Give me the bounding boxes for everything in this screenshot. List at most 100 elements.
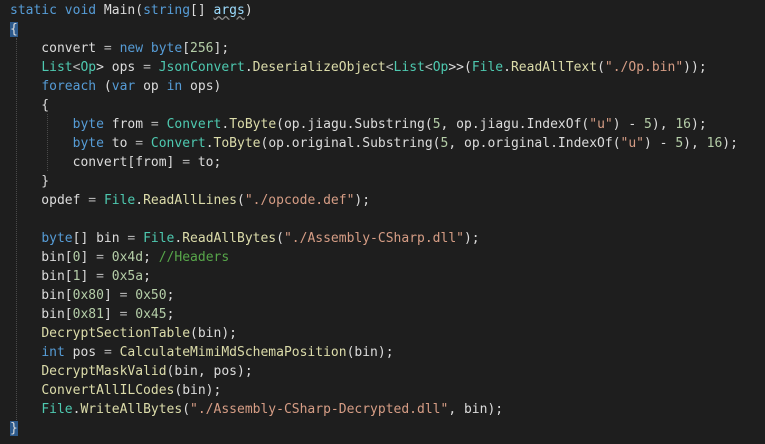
- code-line[interactable]: byte[] bin = File.ReadAllBytes("./Assemb…: [10, 229, 480, 248]
- code-token: ),: [651, 117, 676, 132]
- code-token: > ops: [96, 60, 144, 75]
- code-line[interactable]: foreach (var op in ops): [10, 77, 221, 96]
- code-line[interactable]: bin[0] = 0x4d; //Headers: [10, 248, 229, 267]
- code-token: foreach: [41, 79, 97, 94]
- code-token: ];: [213, 41, 230, 56]
- code-token: "./Assembly-CSharp.dll": [283, 231, 464, 246]
- code-token: bin[: [10, 288, 73, 303]
- code-token: ]: [103, 288, 120, 303]
- code-line[interactable]: byte to = Convert.ToByte(op.original.Sub…: [10, 134, 738, 153]
- code-token: (bin);: [346, 345, 394, 360]
- code-line[interactable]: File.WriteAllBytes("./Assembly-CSharp-De…: [10, 400, 503, 419]
- code-token: bin[: [10, 250, 73, 265]
- code-token: Convert: [166, 117, 222, 132]
- code-line[interactable]: bin[1] = 0x5a;: [10, 267, 151, 286]
- code-token: 256: [190, 41, 214, 56]
- code-token: ]: [103, 307, 120, 322]
- code-token: byte: [41, 231, 73, 246]
- code-token: [] bin: [72, 231, 128, 246]
- code-token: {: [10, 98, 50, 113]
- code-token: 5: [675, 136, 684, 151]
- code-line[interactable]: opdef = File.ReadAllLines("./opcode.def"…: [10, 191, 370, 210]
- code-editor[interactable]: static void Main(string[] args) { convert…: [0, 0, 765, 444]
- code-token: List: [41, 60, 73, 75]
- code-token: (bin, pos);: [166, 364, 253, 379]
- code-token: 0x50: [135, 288, 167, 303]
- code-token: );: [722, 136, 738, 151]
- code-token: "u": [620, 136, 645, 151]
- code-token: DecryptMaskValid: [41, 364, 167, 379]
- code-token: ),: [683, 136, 707, 151]
- code-line[interactable]: {: [10, 20, 18, 39]
- code-token: convert: [10, 41, 104, 56]
- code-token: (bin);: [190, 326, 237, 341]
- code-line[interactable]: int pos = CalculateMimiMdSchemaPosition(…: [10, 343, 394, 362]
- code-token: new: [119, 41, 144, 56]
- code-line[interactable]: byte from = Convert.ToByte(op.jiagu.Subs…: [10, 115, 707, 134]
- code-line[interactable]: bin[0x81] = 0x45;: [10, 305, 174, 324]
- code-token: "./Op.bin": [604, 60, 684, 75]
- code-line[interactable]: DecryptMaskValid(bin, pos);: [10, 362, 253, 381]
- code-line[interactable]: convert = new byte[256];: [10, 39, 229, 58]
- code-token: .: [205, 136, 214, 151]
- code-token: void: [64, 3, 97, 18]
- code-token: , op.original.IndexOf(: [448, 136, 621, 151]
- code-token: ConvertAllILCodes: [41, 383, 175, 398]
- code-line[interactable]: bin[0x80] = 0x50;: [10, 286, 174, 305]
- code-token: 0x81: [72, 307, 104, 322]
- code-token: .: [221, 117, 230, 132]
- code-line[interactable]: static void Main(string[] args): [10, 1, 253, 20]
- code-token: (op.original.Substring(: [260, 136, 441, 151]
- code-token: Convert: [150, 136, 206, 151]
- code-token: ReadAllBytes: [182, 231, 277, 246]
- code-line[interactable]: }: [10, 172, 49, 191]
- code-token: =: [96, 269, 104, 284]
- code-token: DeserializeObject: [252, 60, 386, 75]
- code-token: }: [10, 421, 18, 436]
- code-token: );: [463, 231, 480, 246]
- code-token: 0x4d: [111, 250, 144, 265]
- code-token: File: [103, 193, 136, 208]
- code-line[interactable]: {: [10, 96, 49, 115]
- code-token: =: [135, 136, 144, 151]
- code-token: File: [471, 60, 504, 75]
- code-token: byte: [72, 117, 104, 132]
- code-token: =: [96, 250, 104, 265]
- code-token: 0x45: [135, 307, 167, 322]
- code-token: (: [597, 60, 605, 75]
- code-token: DecryptSectionTable: [41, 326, 191, 341]
- code-line[interactable]: convert[from] = to;: [10, 153, 222, 172]
- code-token: bin[: [10, 269, 73, 284]
- code-line[interactable]: ConvertAllILCodes(bin);: [10, 381, 221, 400]
- code-token: "./opcode.def": [244, 193, 355, 208]
- code-token: byte: [72, 136, 104, 151]
- code-line[interactable]: }: [10, 419, 18, 438]
- code-token: ops): [182, 79, 222, 94]
- code-token: ]: [80, 269, 97, 284]
- code-token: [: [182, 41, 191, 56]
- code-token: {: [10, 22, 18, 37]
- code-token: (bin);: [174, 383, 222, 398]
- code-token: .: [244, 60, 253, 75]
- code-line[interactable]: DecryptSectionTable(bin);: [10, 324, 237, 343]
- code-token: opdef: [10, 193, 89, 208]
- code-token: ToByte: [213, 136, 261, 151]
- code-token: Op: [80, 60, 97, 75]
- code-line[interactable]: List<Op> ops = JsonConvert.DeserializeOb…: [10, 58, 706, 77]
- code-token: 5: [644, 117, 652, 132]
- code-token: File: [143, 231, 175, 246]
- code-token: ): [244, 3, 253, 18]
- code-token: =: [103, 345, 112, 360]
- code-token: static: [10, 3, 57, 18]
- code-token: ]: [80, 250, 97, 265]
- code-token: .: [135, 193, 144, 208]
